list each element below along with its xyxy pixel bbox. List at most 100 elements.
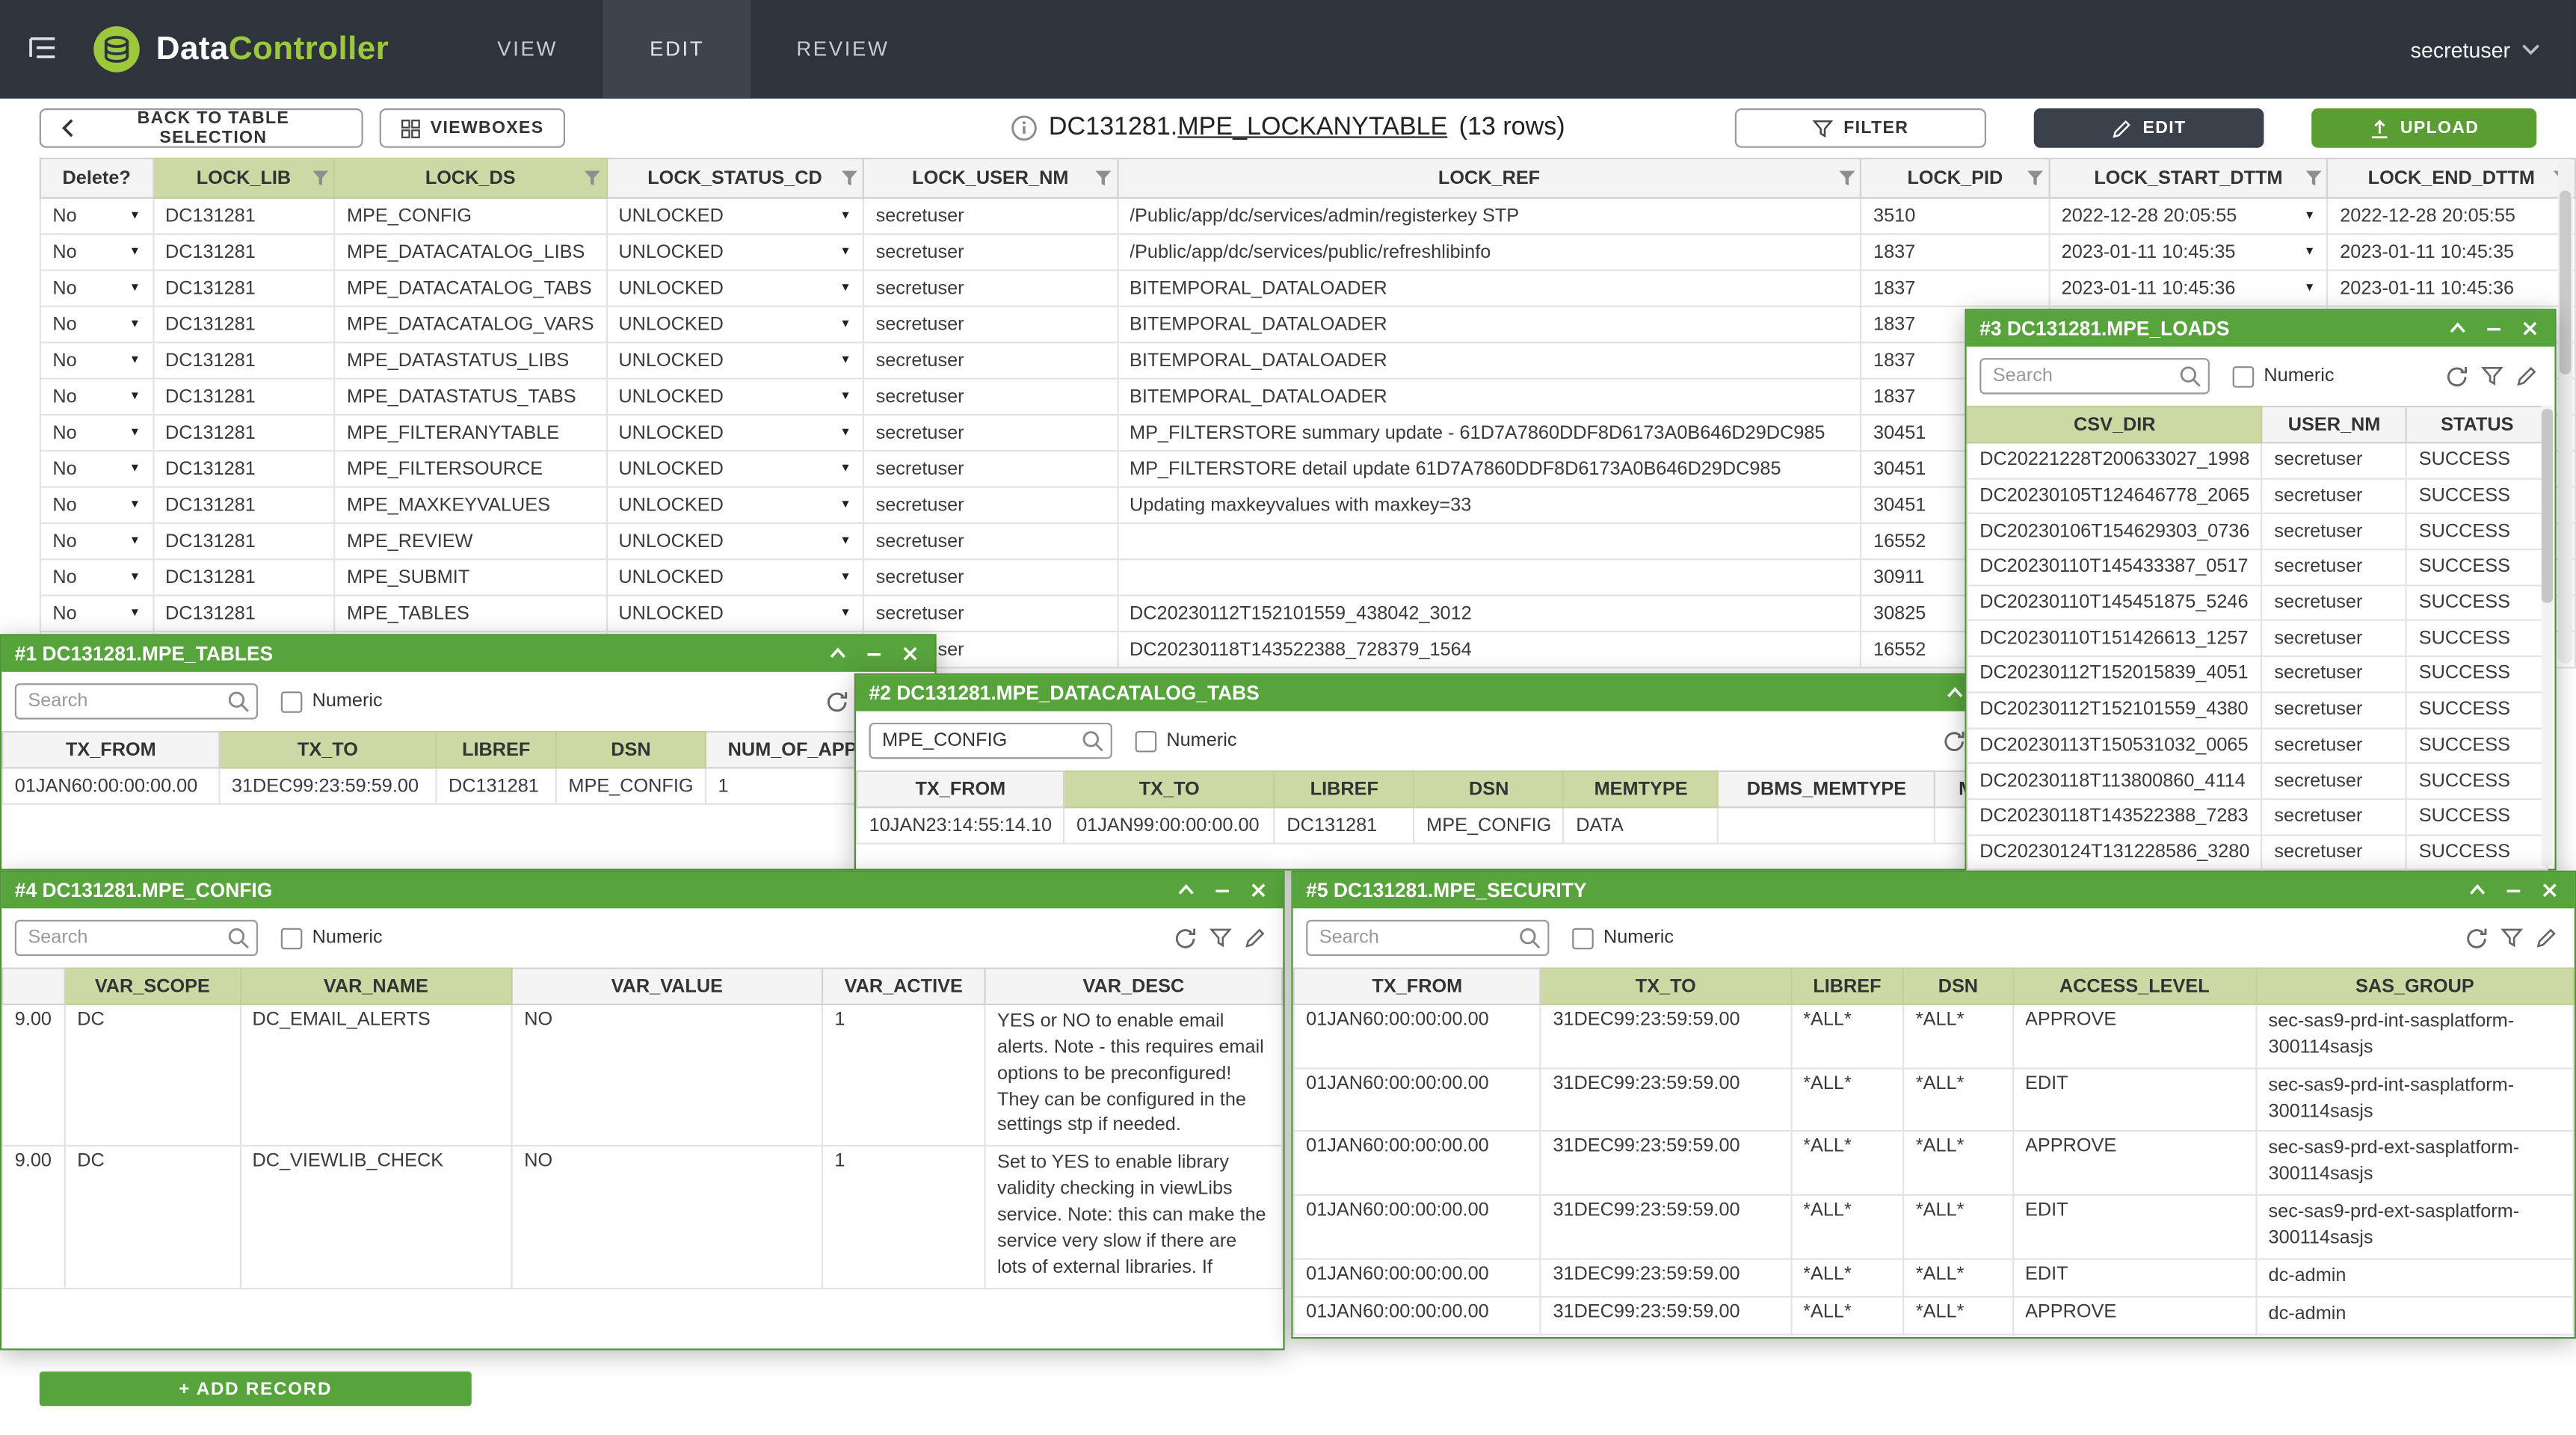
column-header[interactable]: TX_FROM xyxy=(857,771,1064,807)
column-header[interactable]: USER_NM xyxy=(2262,407,2406,442)
cell[interactable]: No▼ xyxy=(40,306,153,342)
back-to-table-selection-button[interactable]: BACK TO TABLE SELECTION xyxy=(40,108,363,148)
column-header[interactable]: MEMTYPE xyxy=(1564,771,1719,807)
collapse-icon[interactable] xyxy=(1174,879,1198,902)
cell[interactable]: UNLOCKED▼ xyxy=(606,234,863,270)
dropdown-arrow-icon[interactable]: ▼ xyxy=(129,427,141,438)
close-icon[interactable] xyxy=(1247,879,1270,902)
column-header[interactable]: LOCK_DS xyxy=(334,158,606,198)
vertical-scrollbar[interactable] xyxy=(2558,161,2573,663)
cell[interactable]: 1837 xyxy=(1861,234,2050,270)
column-header[interactable]: VAR_DESC xyxy=(985,969,1282,1004)
close-icon[interactable] xyxy=(2518,317,2542,340)
viewbox-titlebar[interactable]: #1 DC131281.MPE_TABLES xyxy=(1,636,934,672)
info-icon[interactable] xyxy=(1011,115,1037,141)
cell[interactable]: No▼ xyxy=(40,198,153,234)
cell[interactable]: secretuser xyxy=(863,415,1117,451)
viewbox-titlebar[interactable]: #4 DC131281.MPE_CONFIG xyxy=(1,872,1283,908)
cell[interactable]: UNLOCKED▼ xyxy=(606,342,863,378)
cell[interactable]: DC131281 xyxy=(152,234,334,270)
filter-icon[interactable] xyxy=(312,170,329,186)
cell[interactable] xyxy=(1118,559,1861,595)
search-input[interactable] xyxy=(1979,358,2210,394)
cell[interactable]: /Public/app/dc/services/admin/registerke… xyxy=(1118,198,1861,234)
filter-icon[interactable] xyxy=(2305,170,2322,186)
cell[interactable]: BITEMPORAL_DATALOADER xyxy=(1118,271,1861,306)
column-header[interactable]: LOCK_USER_NM xyxy=(863,158,1117,198)
pencil-icon[interactable] xyxy=(1244,927,1267,950)
cell[interactable]: secretuser xyxy=(863,198,1117,234)
search-input[interactable] xyxy=(15,920,258,956)
cell[interactable]: UNLOCKED▼ xyxy=(606,379,863,415)
cell[interactable]: No▼ xyxy=(40,342,153,378)
column-header[interactable]: CSV_DIR xyxy=(1968,407,2262,442)
cell[interactable]: MPE_FILTERSOURCE xyxy=(334,451,606,487)
cell[interactable]: UNLOCKED▼ xyxy=(606,596,863,632)
cell[interactable]: MPE_TABLES xyxy=(334,596,606,632)
dropdown-arrow-icon[interactable]: ▼ xyxy=(129,355,141,366)
viewbox-titlebar[interactable]: #3 DC131281.MPE_LOADS xyxy=(1967,310,2555,346)
cell[interactable]: UNLOCKED▼ xyxy=(606,559,863,595)
cell[interactable]: MPE_DATACATALOG_VARS xyxy=(334,306,606,342)
dropdown-arrow-icon[interactable]: ▼ xyxy=(839,318,851,330)
dropdown-arrow-icon[interactable]: ▼ xyxy=(839,210,851,221)
cell[interactable]: secretuser xyxy=(863,379,1117,415)
cell[interactable]: No▼ xyxy=(40,379,153,415)
cell[interactable]: secretuser xyxy=(863,271,1117,306)
refresh-icon[interactable] xyxy=(2465,925,2489,950)
column-header[interactable]: STATUS xyxy=(2406,407,2548,442)
cell[interactable]: MPE_SUBMIT xyxy=(334,559,606,595)
column-header[interactable]: TX_TO xyxy=(219,732,436,768)
dropdown-arrow-icon[interactable]: ▼ xyxy=(2304,210,2315,221)
filter-icon[interactable] xyxy=(2027,170,2044,186)
cell[interactable]: MP_FILTERSTORE summary update - 61D7A786… xyxy=(1118,415,1861,451)
column-header[interactable]: DSN xyxy=(556,732,706,768)
column-header[interactable]: VAR_SCOPE xyxy=(65,969,240,1004)
column-header[interactable]: ACCESS_LEVEL xyxy=(2013,969,2257,1004)
pencil-icon[interactable] xyxy=(2515,365,2539,388)
cell[interactable]: BITEMPORAL_DATALOADER xyxy=(1118,342,1861,378)
funnel-icon[interactable] xyxy=(2500,927,2524,950)
column-header[interactable]: LOCK_STATUS_CD xyxy=(606,158,863,198)
search-input[interactable] xyxy=(15,683,258,719)
numeric-filter[interactable]: Numeric xyxy=(281,928,383,949)
cell[interactable]: No▼ xyxy=(40,596,153,632)
dropdown-arrow-icon[interactable]: ▼ xyxy=(2304,247,2315,258)
cell[interactable]: No▼ xyxy=(40,451,153,487)
column-header[interactable]: TX_TO xyxy=(1064,771,1275,807)
cell[interactable]: DC131281 xyxy=(152,271,334,306)
close-icon[interactable] xyxy=(899,642,922,665)
cell[interactable]: secretuser xyxy=(863,596,1117,632)
numeric-checkbox[interactable] xyxy=(1136,730,1157,752)
cell[interactable]: DC131281 xyxy=(152,415,334,451)
collapse-icon[interactable] xyxy=(1944,682,1967,705)
cell[interactable]: MPE_CONFIG xyxy=(334,198,606,234)
cell[interactable]: No▼ xyxy=(40,559,153,595)
cell[interactable]: DC131281 xyxy=(152,198,334,234)
column-header[interactable]: TX_FROM xyxy=(2,732,219,768)
minimize-icon[interactable] xyxy=(2502,879,2525,902)
dropdown-arrow-icon[interactable]: ▼ xyxy=(839,535,851,546)
cell[interactable]: 2023-01-11 10:45:36 xyxy=(2328,271,2575,306)
numeric-checkbox[interactable] xyxy=(281,928,303,949)
cell[interactable]: No▼ xyxy=(40,234,153,270)
column-header[interactable]: LOCK_END_DTTM xyxy=(2328,158,2575,198)
cell[interactable]: secretuser xyxy=(863,487,1117,523)
viewboxes-button[interactable]: VIEWBOXES xyxy=(380,108,565,148)
cell[interactable]: UNLOCKED▼ xyxy=(606,487,863,523)
dropdown-arrow-icon[interactable]: ▼ xyxy=(129,608,141,619)
dropdown-arrow-icon[interactable]: ▼ xyxy=(839,247,851,258)
numeric-checkbox[interactable] xyxy=(2233,365,2255,387)
dropdown-arrow-icon[interactable]: ▼ xyxy=(129,283,141,294)
cell[interactable]: secretuser xyxy=(863,306,1117,342)
cell[interactable]: secretuser xyxy=(863,559,1117,595)
scrollbar-thumb[interactable] xyxy=(2560,191,2571,374)
tab-edit[interactable]: EDIT xyxy=(604,0,751,99)
column-header[interactable]: LOCK_START_DTTM xyxy=(2049,158,2328,198)
filter-icon[interactable] xyxy=(1839,170,1855,186)
cell[interactable]: DC131281 xyxy=(152,487,334,523)
filter-icon[interactable] xyxy=(584,170,600,186)
cell[interactable]: secretuser xyxy=(863,234,1117,270)
column-header[interactable]: VAR_ACTIVE xyxy=(822,969,985,1004)
viewbox-titlebar[interactable]: #5 DC131281.MPE_SECURITY xyxy=(1293,872,2575,908)
